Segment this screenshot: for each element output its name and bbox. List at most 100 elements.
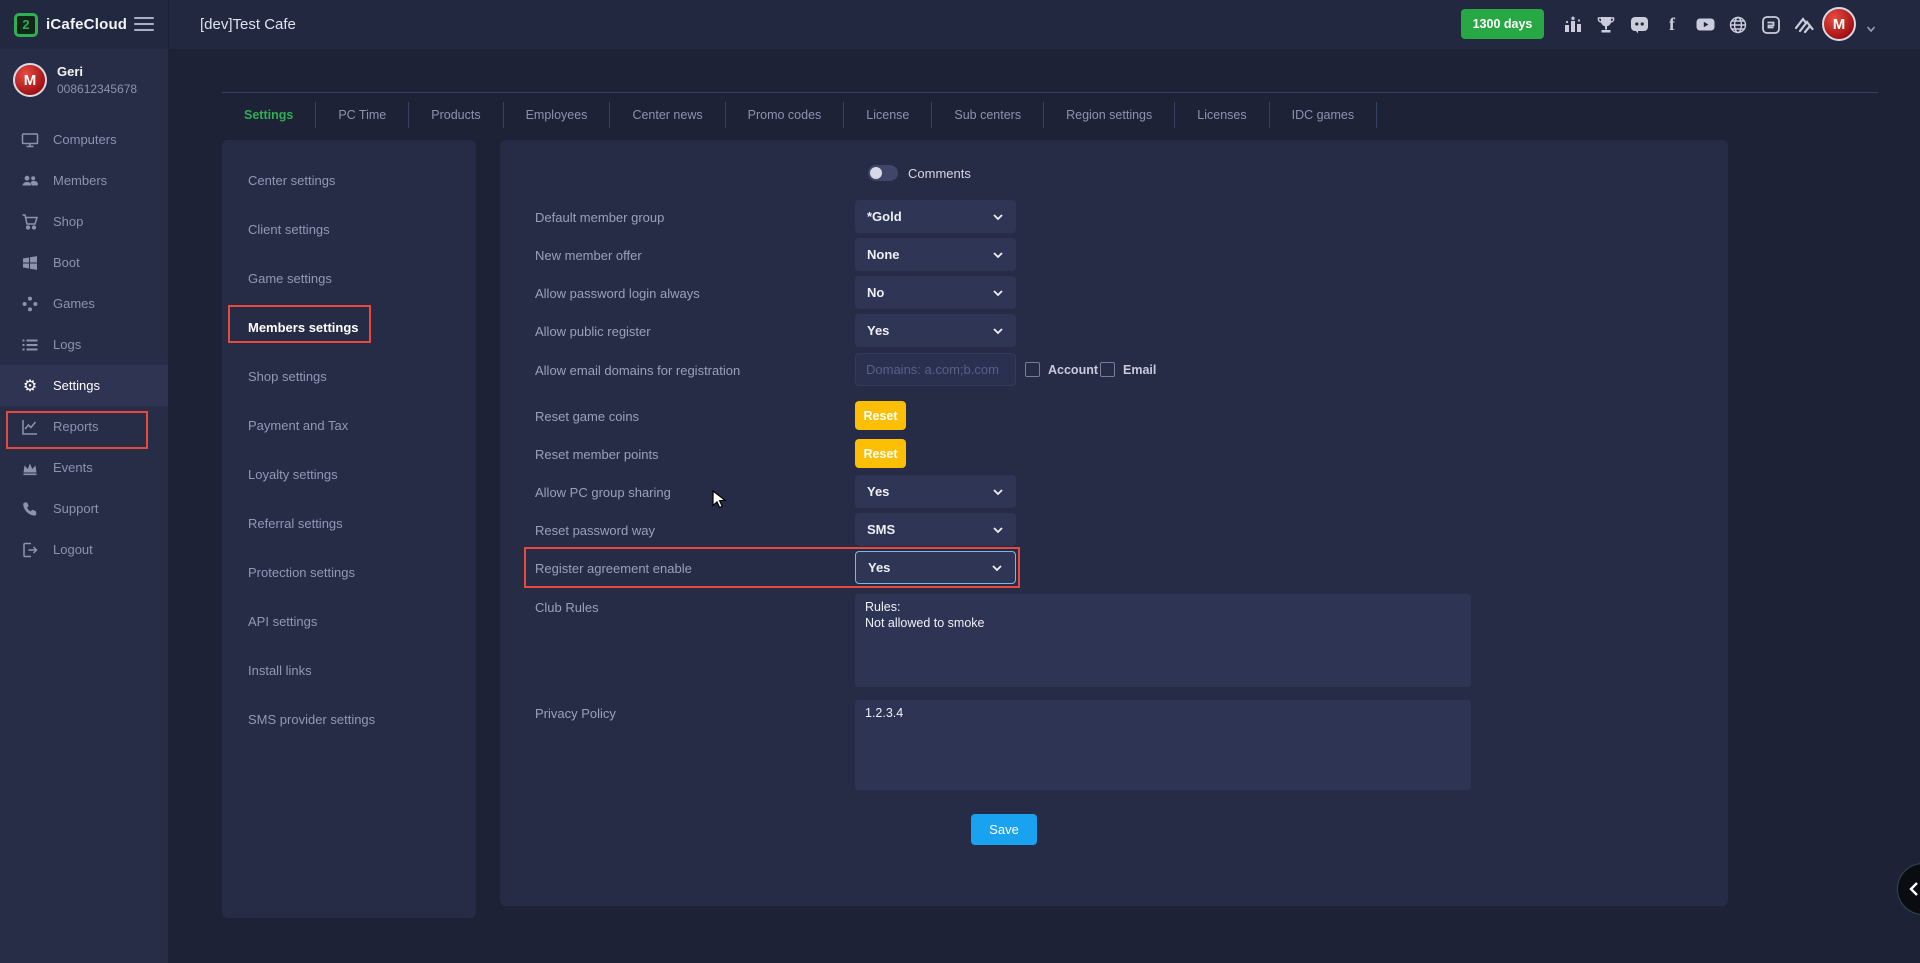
users-icon <box>21 172 39 190</box>
facebook-icon[interactable]: f <box>1661 14 1683 36</box>
icafecloud-icon[interactable] <box>1760 14 1782 36</box>
top-bar: 2 iCafeCloud [dev]Test Cafe 1300 days <box>0 0 1920 49</box>
sidebar-item-label: Logout <box>53 542 93 557</box>
email-domains-input[interactable] <box>855 353 1016 386</box>
sidebar-item-boot[interactable]: Boot <box>0 242 168 283</box>
allow-password-login-select[interactable]: No <box>855 276 1016 309</box>
tab-promo-codes[interactable]: Promo codes <box>726 108 844 122</box>
checkbox-icon <box>1025 362 1040 377</box>
select-value: None <box>867 247 992 262</box>
submenu-protection-settings[interactable]: Protection settings <box>222 548 476 597</box>
submenu-payment-and-tax[interactable]: Payment and Tax <box>222 401 476 450</box>
field-label: Reset member points <box>535 447 659 462</box>
tab-products[interactable]: Products <box>409 108 502 122</box>
field-label: Allow PC group sharing <box>535 485 671 500</box>
menu-toggle-icon[interactable] <box>134 14 154 34</box>
sidebar-item-shop[interactable]: Shop <box>0 201 168 242</box>
layers-icon[interactable] <box>1793 14 1815 36</box>
chevron-down-icon[interactable] <box>1866 20 1876 38</box>
submenu-center-settings[interactable]: Center settings <box>222 156 476 205</box>
globe-icon[interactable] <box>1727 14 1749 36</box>
select-value: Yes <box>868 560 991 575</box>
sidebar-item-label: Members <box>53 173 107 188</box>
gear-icon: ⚙ <box>21 376 39 396</box>
register-agreement-select[interactable]: Yes <box>855 551 1016 584</box>
sidebar-item-label: Settings <box>53 378 100 393</box>
sidebar-item-logs[interactable]: Logs <box>0 324 168 365</box>
chevron-down-icon <box>992 249 1004 261</box>
gamepad-icon <box>21 295 39 313</box>
chevron-down-icon <box>992 524 1004 536</box>
settings-submenu: Center settings Client settings Game set… <box>222 140 476 918</box>
tab-employees[interactable]: Employees <box>504 108 610 122</box>
submenu-referral-settings[interactable]: Referral settings <box>222 499 476 548</box>
field-label: Reset game coins <box>535 409 639 424</box>
ranking-icon[interactable] <box>1562 14 1584 36</box>
field-label: Allow email domains for registration <box>535 363 740 378</box>
reset-password-way-select[interactable]: SMS <box>855 513 1016 546</box>
tab-separator <box>1376 102 1377 128</box>
sidebar-item-events[interactable]: Events <box>0 447 168 488</box>
privacy-policy-textarea[interactable]: 1.2.3.4 <box>855 700 1471 790</box>
submenu-install-links[interactable]: Install links <box>222 646 476 695</box>
submenu-client-settings[interactable]: Client settings <box>222 205 476 254</box>
field-label: Allow public register <box>535 324 651 339</box>
comments-toggle[interactable] <box>868 165 898 181</box>
trophy-icon[interactable] <box>1595 14 1617 36</box>
sidebar-item-settings[interactable]: ⚙ Settings <box>0 365 168 406</box>
sidebar-user-block[interactable]: M Geri 008612345678 <box>0 49 168 111</box>
tab-settings[interactable]: Settings <box>222 108 315 122</box>
field-label: Club Rules <box>535 600 599 615</box>
new-member-offer-select[interactable]: None <box>855 238 1016 271</box>
email-checkbox[interactable]: Email <box>1100 362 1156 377</box>
sidebar-item-computers[interactable]: Computers <box>0 119 168 160</box>
submenu-game-settings[interactable]: Game settings <box>222 254 476 303</box>
submenu-loyalty-settings[interactable]: Loyalty settings <box>222 450 476 499</box>
allow-pc-group-sharing-select[interactable]: Yes <box>855 475 1016 508</box>
user-name: Geri <box>57 64 137 79</box>
sidebar: M Geri 008612345678 Computers Members Sh… <box>0 49 168 963</box>
default-member-group-select[interactable]: *Gold <box>855 200 1016 233</box>
chevron-down-icon <box>992 211 1004 223</box>
account-checkbox[interactable]: Account <box>1025 362 1098 377</box>
save-button[interactable]: Save <box>971 814 1037 845</box>
user-phone: 008612345678 <box>57 82 137 96</box>
tab-pc-time[interactable]: PC Time <box>316 108 408 122</box>
field-label: Default member group <box>535 210 664 225</box>
tab-idc-games[interactable]: IDC games <box>1270 108 1377 122</box>
sidebar-item-games[interactable]: Games <box>0 283 168 324</box>
tab-region-settings[interactable]: Region settings <box>1044 108 1174 122</box>
user-avatar[interactable]: M <box>1822 7 1856 41</box>
reset-member-points-button[interactable]: Reset <box>855 439 906 468</box>
youtube-icon[interactable] <box>1694 14 1716 36</box>
members-settings-form: Comments Default member group *Gold New … <box>500 140 1728 906</box>
chevron-left-icon <box>1907 881 1920 897</box>
sidebar-item-label: Reports <box>53 419 99 434</box>
crown-icon <box>21 459 39 477</box>
tab-licenses[interactable]: Licenses <box>1175 108 1268 122</box>
allow-public-register-select[interactable]: Yes <box>855 314 1016 347</box>
tab-sub-centers[interactable]: Sub centers <box>932 108 1043 122</box>
field-label: New member offer <box>535 248 642 263</box>
cafe-title: [dev]Test Cafe <box>200 0 296 49</box>
sidebar-item-support[interactable]: Support <box>0 488 168 529</box>
chevron-down-icon <box>991 562 1003 574</box>
select-value: *Gold <box>867 209 992 224</box>
comments-toggle-label: Comments <box>908 166 971 181</box>
tab-center-news[interactable]: Center news <box>610 108 724 122</box>
sidebar-item-reports[interactable]: Reports <box>0 406 168 447</box>
sidebar-item-members[interactable]: Members <box>0 160 168 201</box>
submenu-api-settings[interactable]: API settings <box>222 597 476 646</box>
discord-icon[interactable] <box>1628 14 1650 36</box>
submenu-shop-settings[interactable]: Shop settings <box>222 352 476 401</box>
chevron-down-icon <box>992 486 1004 498</box>
reset-game-coins-button[interactable]: Reset <box>855 401 906 430</box>
submenu-sms-provider-settings[interactable]: SMS provider settings <box>222 695 476 744</box>
sidebar-item-logout[interactable]: Logout <box>0 529 168 570</box>
license-days-badge[interactable]: 1300 days <box>1461 9 1544 39</box>
tab-license[interactable]: License <box>844 108 931 122</box>
submenu-members-settings[interactable]: Members settings <box>222 303 476 352</box>
club-rules-textarea[interactable]: Rules: Not allowed to smoke <box>855 594 1471 687</box>
cart-icon <box>21 213 39 231</box>
tab-bar: Settings PC Time Products Employees Cent… <box>222 93 1377 137</box>
